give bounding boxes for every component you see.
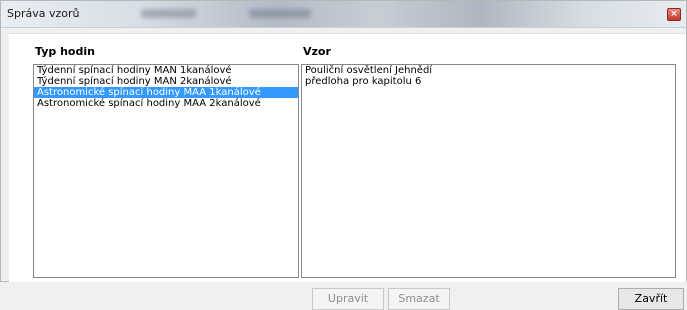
edit-button[interactable]: Upravit	[312, 288, 384, 310]
template-list[interactable]: Pouliční osvětlení Jehnědí předloha pro k…	[301, 64, 676, 278]
pattern-manager-window: Správa vzorů × Typ hodin Vzor Týdenní sp…	[0, 0, 687, 310]
close-icon[interactable]: ×	[667, 8, 681, 21]
clock-type-header: Typ hodin	[35, 45, 95, 58]
template-text-line[interactable]: Pouliční osvětlení Jehnědí	[302, 65, 675, 76]
blurred-title-region	[141, 9, 196, 18]
template-text-line[interactable]: předloha pro kapitolu 6	[302, 76, 675, 87]
clock-type-item[interactable]: Týdenní spínací hodiny MAN 1kanálové	[34, 65, 298, 76]
dialog-content: Typ hodin Vzor Týdenní spínací hodiny MA…	[9, 33, 686, 310]
delete-button[interactable]: Smazat	[388, 288, 450, 310]
title-bar: Správa vzorů ×	[1, 1, 686, 28]
template-header: Vzor	[303, 45, 331, 58]
window-edge	[1, 28, 9, 281]
clock-type-item[interactable]: Astronomické spínací hodiny MAA 1kanálov…	[34, 87, 298, 98]
clock-type-list[interactable]: Týdenní spínací hodiny MAN 1kanálové Týde…	[33, 64, 299, 278]
clock-type-item[interactable]: Astronomické spínací hodiny MAA 2kanálov…	[34, 98, 298, 109]
blurred-title-region	[249, 9, 311, 18]
close-button[interactable]: Zavřít	[618, 288, 684, 310]
window-title: Správa vzorů	[7, 7, 80, 20]
clock-type-item[interactable]: Týdenní spínací hodiny MAN 2kanálové	[34, 76, 298, 87]
